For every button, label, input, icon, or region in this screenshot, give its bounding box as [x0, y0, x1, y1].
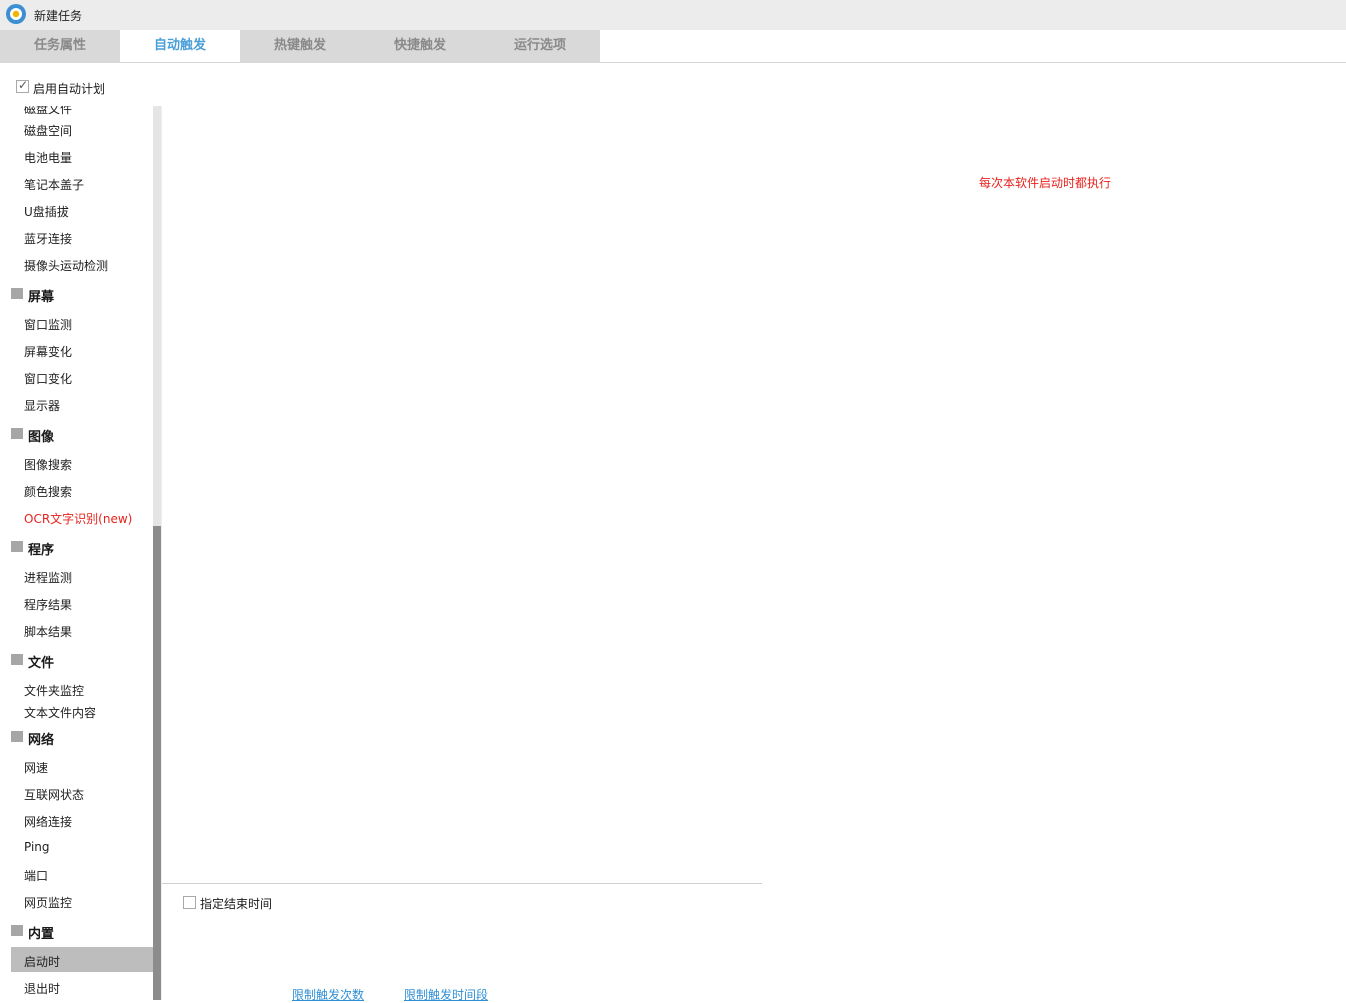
- list-item[interactable]: 显示器: [24, 397, 60, 414]
- list-item[interactable]: 进程监测: [24, 569, 72, 586]
- list-item-ocr[interactable]: OCR文字识别(new): [24, 510, 132, 527]
- enable-schedule-label: 启用自动计划: [33, 82, 106, 96]
- enable-schedule-checkbox[interactable]: ✓: [16, 78, 29, 93]
- limit-period-link[interactable]: 限制触发时间段: [404, 986, 488, 1003]
- collapse-icon[interactable]: [11, 925, 23, 936]
- check-icon: ✓: [18, 78, 29, 92]
- list-item[interactable]: 程序结果: [24, 596, 72, 613]
- limit-count-link[interactable]: 限制触发次数: [292, 986, 364, 1003]
- list-item[interactable]: 网速: [24, 759, 48, 776]
- collapse-icon[interactable]: [11, 654, 23, 665]
- list-item[interactable]: 网页监控: [24, 894, 72, 911]
- tab-hotkey-trigger[interactable]: 热键触发: [240, 30, 360, 62]
- category-label: 图像: [28, 430, 55, 445]
- list-item[interactable]: 摄像头运动检测: [24, 257, 108, 274]
- list-item[interactable]: 互联网状态: [24, 786, 84, 803]
- list-item[interactable]: 文本文件内容: [24, 704, 96, 721]
- list-item[interactable]: 窗口变化: [24, 370, 72, 387]
- scrollbar-thumb[interactable]: [153, 526, 161, 1000]
- collapse-icon[interactable]: [11, 541, 23, 552]
- tab-run-options[interactable]: 运行选项: [480, 30, 600, 62]
- title-bar: 新建任务: [0, 0, 1346, 30]
- gear-app-icon: [6, 4, 26, 24]
- section-divider: [162, 883, 762, 884]
- collapse-icon[interactable]: [11, 731, 23, 742]
- collapse-icon[interactable]: [11, 288, 23, 299]
- trigger-description: 每次本软件启动时都执行: [979, 176, 1112, 190]
- list-item[interactable]: 笔记本盖子: [24, 176, 84, 193]
- list-item[interactable]: 脚本结果: [24, 623, 72, 640]
- collapse-icon[interactable]: [11, 428, 23, 439]
- list-item[interactable]: 端口: [24, 867, 48, 884]
- list-item-selected[interactable]: 启动时: [24, 953, 60, 970]
- list-scrollbar[interactable]: [153, 106, 161, 1000]
- window-title: 新建任务: [34, 9, 83, 23]
- tab-bar: 任务属性 自动触发 热键触发 快捷触发 运行选项: [0, 30, 1346, 63]
- category-label: 网络: [28, 733, 55, 748]
- list-item[interactable]: 文件夹监控: [24, 682, 84, 699]
- list-item[interactable]: 颜色搜索: [24, 483, 72, 500]
- tab-auto-trigger[interactable]: 自动触发: [120, 30, 240, 62]
- category-label: 屏幕: [28, 290, 55, 305]
- list-item[interactable]: 电池电量: [24, 149, 72, 166]
- list-item[interactable]: 窗口监测: [24, 316, 72, 333]
- category-label: 文件: [28, 656, 55, 671]
- tab-task-properties[interactable]: 任务属性: [0, 30, 120, 62]
- list-item[interactable]: 退出时: [24, 980, 60, 997]
- clipped-list-item[interactable]: 磁盘文件: [24, 106, 72, 117]
- list-item[interactable]: 蓝牙连接: [24, 230, 72, 247]
- end-time-label: 指定结束时间: [200, 897, 273, 911]
- list-item[interactable]: U盘插拔: [24, 203, 69, 220]
- list-item[interactable]: 磁盘空间: [24, 122, 72, 139]
- trigger-list: 磁盘文件 磁盘空间 电池电量 笔记本盖子 U盘插拔 蓝牙连接 摄像头运动检测 屏…: [0, 106, 153, 1000]
- end-time-checkbox[interactable]: [183, 896, 196, 909]
- category-label: 内置: [28, 927, 55, 942]
- list-item[interactable]: 图像搜索: [24, 456, 72, 473]
- panel-divider: [161, 106, 162, 1000]
- category-label: 程序: [28, 543, 55, 558]
- list-item[interactable]: 网络连接: [24, 813, 72, 830]
- list-item[interactable]: Ping: [24, 840, 50, 854]
- list-item[interactable]: 屏幕变化: [24, 343, 72, 360]
- tab-shortcut-trigger[interactable]: 快捷触发: [360, 30, 480, 62]
